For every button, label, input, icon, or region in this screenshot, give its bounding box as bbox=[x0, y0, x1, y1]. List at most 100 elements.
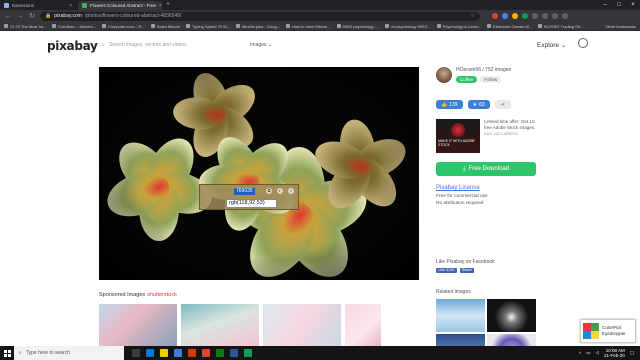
sponsor-brand[interactable]: shutterstock bbox=[147, 292, 177, 298]
sponsored-thumbnail[interactable] bbox=[99, 304, 177, 346]
rgb-value[interactable]: rgb(118,92,53) bbox=[226, 199, 277, 208]
sponsored-thumbnail[interactable] bbox=[263, 304, 341, 346]
ad-via[interactable]: ADS VIA CARBON bbox=[484, 131, 518, 136]
maximize-icon[interactable]: □ bbox=[612, 0, 626, 10]
extension-icons bbox=[492, 13, 568, 19]
edge-icon[interactable] bbox=[146, 349, 154, 357]
url-field[interactable]: 🔒 pixabay.com/photos/flowers-coloured-ab… bbox=[40, 11, 480, 21]
taskbar-search[interactable]: ⌕ Type here to search bbox=[14, 346, 124, 360]
close-window-icon[interactable]: × bbox=[626, 0, 640, 10]
chevron-up-icon[interactable]: ^ bbox=[579, 351, 581, 356]
main-photo[interactable] bbox=[99, 67, 419, 280]
author-name[interactable]: HOerwin56 / 752 images bbox=[456, 67, 511, 73]
forward-icon[interactable]: → bbox=[16, 13, 24, 20]
menu-icon[interactable] bbox=[562, 13, 568, 19]
pixabay-logo[interactable]: pixabay bbox=[47, 39, 98, 53]
bookmark-item[interactable]: How to mine Ethere... bbox=[286, 24, 331, 29]
extension-icon[interactable] bbox=[522, 13, 528, 19]
facebook-like-button[interactable]: Like 411K bbox=[436, 268, 457, 273]
ad-text[interactable]: Limited time offer: Get 10 free Adobe St… bbox=[484, 119, 535, 130]
bookmark-item[interactable]: Typing Speed 70 W... bbox=[186, 24, 230, 29]
store-icon[interactable] bbox=[174, 349, 182, 357]
bookmark-item[interactable]: ex psychology 999G... bbox=[385, 24, 431, 29]
app-icon[interactable] bbox=[188, 349, 196, 357]
volume-icon[interactable]: ◁ bbox=[596, 350, 599, 356]
app-icon[interactable] bbox=[230, 349, 238, 357]
profile-icon[interactable] bbox=[552, 13, 558, 19]
close-icon[interactable]: × bbox=[288, 188, 294, 194]
bookmark-item[interactable]: Coinfinex – Movers... bbox=[52, 24, 96, 29]
new-tab-icon[interactable]: + bbox=[162, 1, 174, 10]
favorite-button[interactable]: ★ 63 bbox=[467, 100, 490, 109]
tab-extensions[interactable]: Extensions × bbox=[0, 1, 78, 10]
thumbs-up-icon: 👍 bbox=[441, 101, 448, 108]
app-icon[interactable] bbox=[216, 349, 224, 357]
bookmark-favicon-icon bbox=[487, 24, 492, 28]
close-icon[interactable]: × bbox=[69, 3, 72, 9]
bookmark-item[interactable]: Psychology A-Level... bbox=[436, 24, 481, 29]
license-link[interactable]: Pixabay License bbox=[436, 185, 536, 191]
follow-button[interactable]: Follow bbox=[480, 76, 502, 83]
search-input[interactable]: Search images, vectors and videos bbox=[109, 42, 246, 48]
other-bookmarks[interactable]: Other bookmarks bbox=[605, 24, 636, 29]
free-download-button[interactable]: ⤓ Free Download bbox=[436, 162, 536, 176]
facebook-share-button[interactable]: Share bbox=[459, 268, 474, 273]
reload-icon[interactable]: ↻ bbox=[28, 12, 36, 20]
sponsored-thumbnail[interactable] bbox=[181, 304, 259, 346]
file-explorer-icon[interactable] bbox=[160, 349, 168, 357]
sponsored-thumbnail[interactable] bbox=[345, 304, 381, 346]
tab-pixabay[interactable]: Flowers Coloured Abstract - Free × bbox=[78, 1, 162, 10]
start-button[interactable] bbox=[0, 346, 14, 360]
network-icon[interactable]: ▭ bbox=[586, 350, 590, 356]
notifications-icon[interactable]: ▢ bbox=[630, 350, 634, 356]
back-icon[interactable]: ← bbox=[4, 13, 12, 20]
windows-taskbar: ⌕ Type here to search ^ ▭ ◁ 10:08 AM 21-… bbox=[0, 346, 640, 360]
palette-icon[interactable]: ◐ bbox=[277, 188, 283, 194]
share-button[interactable]: ⋖ bbox=[494, 100, 511, 109]
copy-icon[interactable]: ⧉ bbox=[266, 188, 272, 194]
extension-icon[interactable] bbox=[492, 13, 498, 19]
bookmark-item[interactable]: Computer.com – R... bbox=[101, 23, 145, 29]
app-icon[interactable] bbox=[244, 349, 252, 357]
site-header: pixabay ⌕ Search images, vectors and vid… bbox=[0, 31, 640, 59]
extension-icon[interactable] bbox=[542, 13, 548, 19]
puzzle-icon bbox=[4, 3, 9, 8]
related-thumbnail[interactable] bbox=[436, 334, 485, 346]
chrome-icon[interactable] bbox=[202, 349, 210, 357]
related-thumbnail[interactable] bbox=[436, 299, 485, 332]
related-thumbnail[interactable] bbox=[487, 299, 536, 332]
search-filter-select[interactable]: Images ⌄ bbox=[250, 42, 272, 48]
ad-image[interactable]: MAKE IT WITH ADOBE STOCK bbox=[436, 119, 480, 153]
bookmark-item[interactable]: Ethereum Classic M... bbox=[487, 24, 532, 29]
bookmark-star-icon[interactable]: ☆ bbox=[471, 13, 475, 19]
coffee-button[interactable]: Coffee bbox=[456, 76, 478, 83]
picker-toolbar: ⧉ ◐ × bbox=[266, 188, 294, 194]
bookmark-label: Computer.com – R... bbox=[107, 23, 145, 29]
user-icon[interactable] bbox=[578, 38, 588, 48]
bookmark-item[interactable]: 21 Of The Most Int... bbox=[4, 24, 46, 29]
extension-icon[interactable] bbox=[532, 13, 538, 19]
search-bar[interactable]: ⌕ Search images, vectors and videos Imag… bbox=[102, 39, 272, 50]
extension-icon[interactable] bbox=[502, 13, 508, 19]
bookmark-favicon-icon bbox=[150, 24, 155, 28]
bookmark-item[interactable]: 999G psychology -... bbox=[336, 24, 379, 29]
colorpick-widget[interactable]: ColorPick Eyedropper bbox=[580, 319, 636, 343]
extension-icon[interactable] bbox=[512, 13, 518, 19]
bookmark-item[interactable]: BUYING Trading Sit... bbox=[538, 24, 583, 29]
carbon-ad[interactable]: MAKE IT WITH ADOBE STOCK Limited time of… bbox=[436, 117, 536, 154]
explore-menu[interactable]: Explore ⌄ bbox=[537, 41, 566, 49]
sponsored-label: Sponsored Images bbox=[99, 292, 146, 298]
bookmark-item[interactable]: Mlnefin jobs - Goog... bbox=[236, 24, 280, 29]
tab-title: Flowers Coloured Abstract - Free bbox=[90, 3, 157, 8]
related-thumbnail[interactable] bbox=[487, 334, 536, 346]
clock[interactable]: 10:08 AM 21-Feb-20 bbox=[604, 348, 625, 358]
hex-value[interactable]: 769035 bbox=[234, 188, 255, 195]
minimize-icon[interactable]: – bbox=[598, 0, 612, 10]
star-icon: ★ bbox=[472, 101, 478, 108]
system-tray: ^ ▭ ◁ 10:08 AM 21-Feb-20 ▢ bbox=[579, 348, 640, 358]
avatar[interactable] bbox=[436, 67, 452, 83]
bookmark-item[interactable]: Scam Bitcoin bbox=[150, 24, 180, 29]
like-button[interactable]: 👍 139 bbox=[436, 100, 463, 109]
task-view-icon[interactable] bbox=[132, 349, 140, 357]
taskbar-search-input[interactable]: Type here to search bbox=[26, 350, 70, 356]
